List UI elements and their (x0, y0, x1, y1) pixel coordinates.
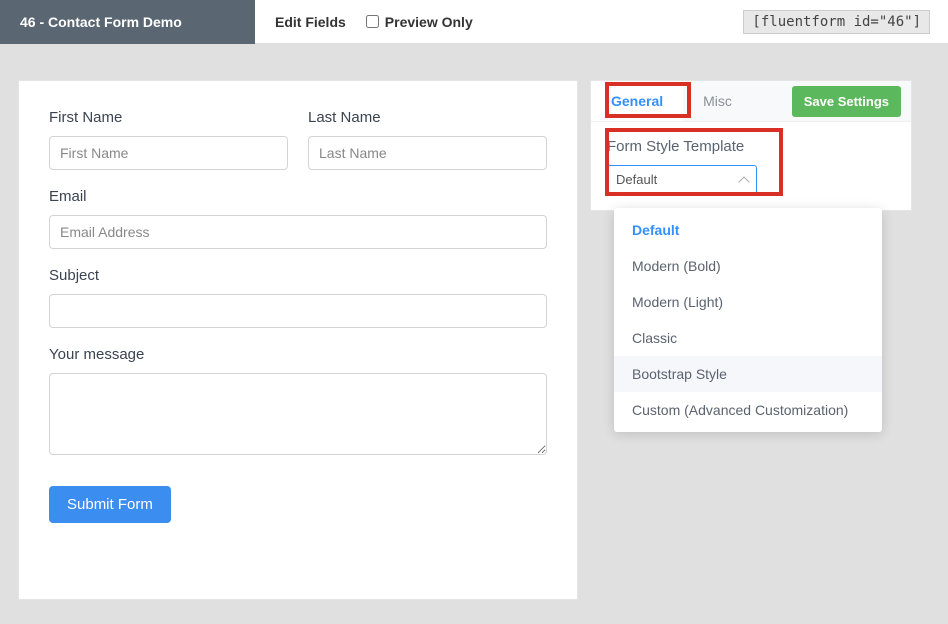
form-preview-panel: First Name Last Name Email Subject (18, 80, 578, 600)
message-textarea[interactable] (49, 373, 547, 455)
save-settings-button[interactable]: Save Settings (792, 86, 901, 117)
template-selected-value: Default (616, 172, 657, 187)
form-preview-scroll[interactable]: First Name Last Name Email Subject (18, 80, 578, 610)
settings-body: Form Style Template Default (591, 122, 911, 210)
subject-label: Subject (49, 267, 547, 284)
template-label: Form Style Template (607, 138, 895, 155)
first-name-label: First Name (49, 109, 288, 126)
first-name-input[interactable] (49, 136, 288, 170)
tab-general[interactable]: General (591, 81, 683, 121)
email-group: Email (49, 188, 547, 249)
message-label: Your message (49, 346, 547, 363)
dropdown-item-modern-light[interactable]: Modern (Light) (614, 284, 882, 320)
dropdown-item-custom[interactable]: Custom (Advanced Customization) (614, 392, 882, 428)
dropdown-item-bootstrap[interactable]: Bootstrap Style (614, 356, 882, 392)
subject-group: Subject (49, 267, 547, 328)
preview-only-label: Preview Only (385, 14, 473, 30)
email-input[interactable] (49, 215, 547, 249)
name-row: First Name Last Name (49, 109, 547, 170)
settings-panel: General Misc Save Settings Form Style Te… (590, 80, 912, 211)
preview-only-toggle[interactable]: Preview Only (366, 14, 473, 30)
first-name-group: First Name (49, 109, 288, 170)
message-group: Your message (49, 346, 547, 460)
form-title: 46 - Contact Form Demo (0, 0, 255, 44)
email-label: Email (49, 188, 547, 205)
preview-only-checkbox[interactable] (366, 15, 379, 28)
edit-fields-link[interactable]: Edit Fields (255, 14, 366, 30)
subject-input[interactable] (49, 294, 547, 328)
dropdown-item-classic[interactable]: Classic (614, 320, 882, 356)
last-name-group: Last Name (308, 109, 547, 170)
settings-scroll[interactable]: General Misc Save Settings Form Style Te… (590, 80, 930, 220)
settings-tabs: General Misc Save Settings (591, 81, 911, 122)
shortcode-box[interactable]: [fluentform id="46"] (743, 10, 930, 34)
dropdown-item-modern-bold[interactable]: Modern (Bold) (614, 248, 882, 284)
template-select[interactable]: Default (607, 165, 757, 194)
last-name-input[interactable] (308, 136, 547, 170)
dropdown-item-default[interactable]: Default (614, 212, 882, 248)
template-dropdown-menu: Default Modern (Bold) Modern (Light) Cla… (614, 208, 882, 432)
header-bar: 46 - Contact Form Demo Edit Fields Previ… (0, 0, 948, 44)
submit-button[interactable]: Submit Form (49, 486, 171, 523)
last-name-label: Last Name (308, 109, 547, 126)
tab-misc[interactable]: Misc (683, 81, 752, 121)
